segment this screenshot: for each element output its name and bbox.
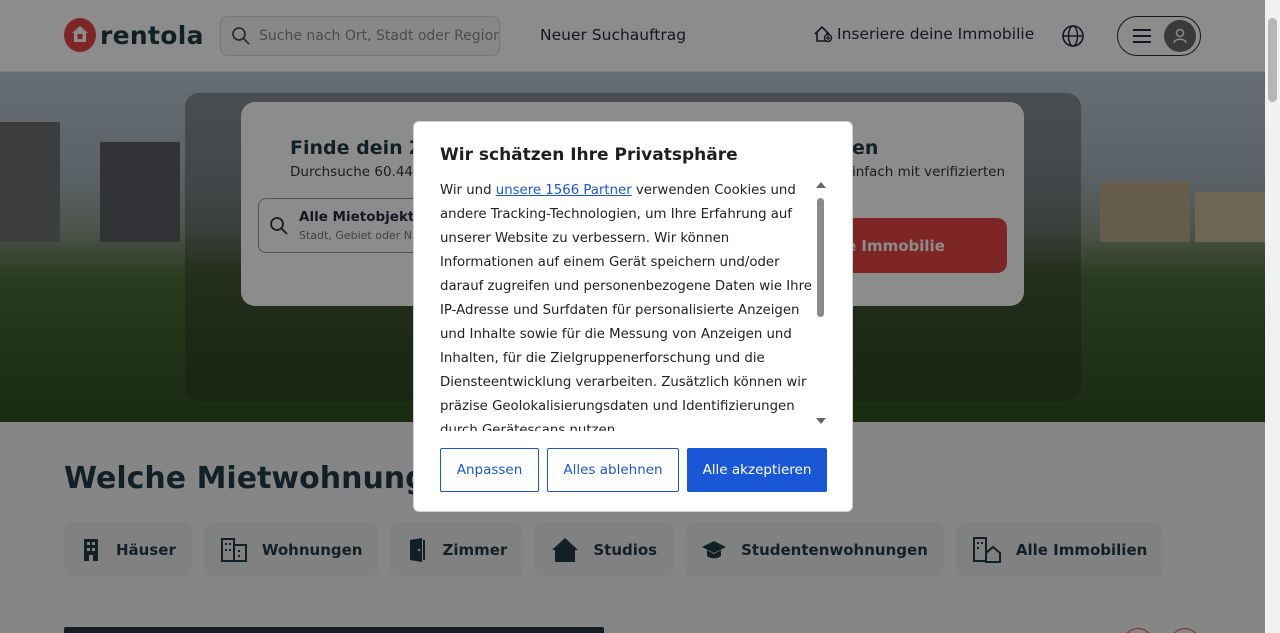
dialog-scrollbar[interactable] xyxy=(816,182,826,426)
scroll-down-arrow-icon[interactable] xyxy=(816,418,826,424)
dialog-text-main: verwenden Cookies und andere Tracking-Te… xyxy=(440,183,812,431)
customize-button[interactable]: Anpassen xyxy=(440,448,539,492)
dialog-text-intro: Wir und xyxy=(440,183,496,198)
accept-all-button[interactable]: Alle akzeptieren xyxy=(687,448,827,492)
page-scrollbar[interactable] xyxy=(1265,0,1280,633)
dialog-title: Wir schätzen Ihre Privatsphäre xyxy=(440,145,738,165)
scroll-up-arrow-icon[interactable] xyxy=(816,182,826,188)
page-scrollbar-thumb[interactable] xyxy=(1268,18,1277,102)
partners-link[interactable]: unsere 1566 Partner xyxy=(496,183,632,198)
cookie-consent-dialog: Wir schätzen Ihre Privatsphäre Wir und u… xyxy=(413,121,853,512)
dialog-scrollbar-thumb[interactable] xyxy=(817,198,824,317)
dialog-body: Wir und unsere 1566 Partner verwenden Co… xyxy=(440,179,812,431)
reject-all-button[interactable]: Alles ablehnen xyxy=(547,448,679,492)
